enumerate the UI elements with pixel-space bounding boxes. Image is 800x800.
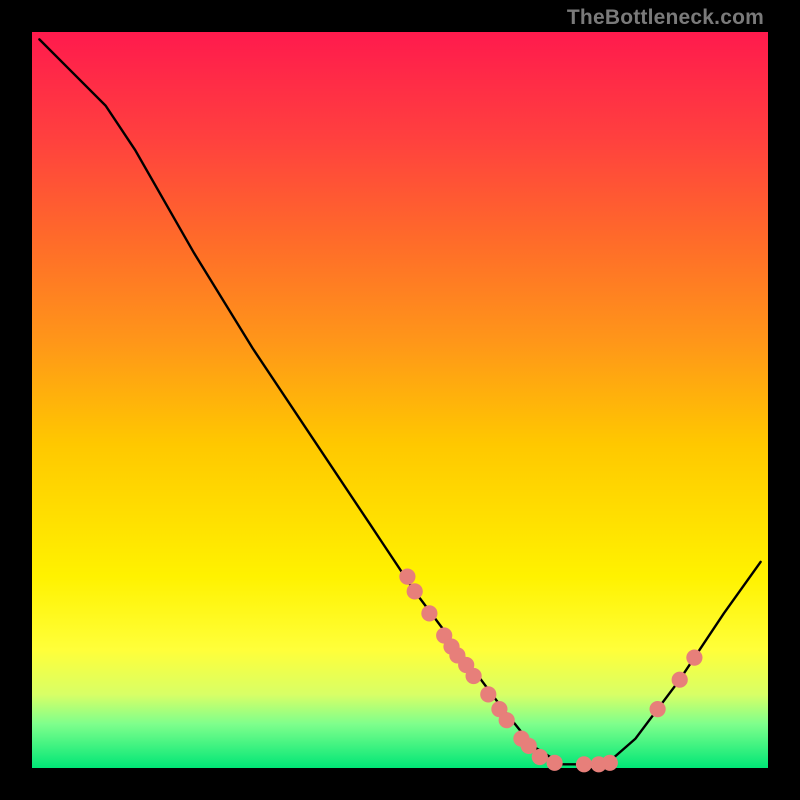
chart-overlay	[32, 32, 768, 768]
marker-group	[399, 569, 702, 773]
marker-dot	[602, 755, 618, 771]
marker-dot	[466, 668, 482, 684]
marker-dot	[547, 755, 563, 771]
marker-dot	[480, 686, 496, 702]
marker-dot	[421, 605, 437, 621]
marker-dot	[499, 712, 515, 728]
marker-dot	[532, 749, 548, 765]
marker-dot	[650, 701, 666, 717]
marker-dot	[686, 650, 702, 666]
watermark-text: TheBottleneck.com	[567, 6, 764, 30]
marker-dot	[672, 672, 688, 688]
marker-dot	[407, 583, 423, 599]
marker-dot	[576, 756, 592, 772]
marker-dot	[399, 569, 415, 585]
bottleneck-curve	[39, 39, 760, 764]
